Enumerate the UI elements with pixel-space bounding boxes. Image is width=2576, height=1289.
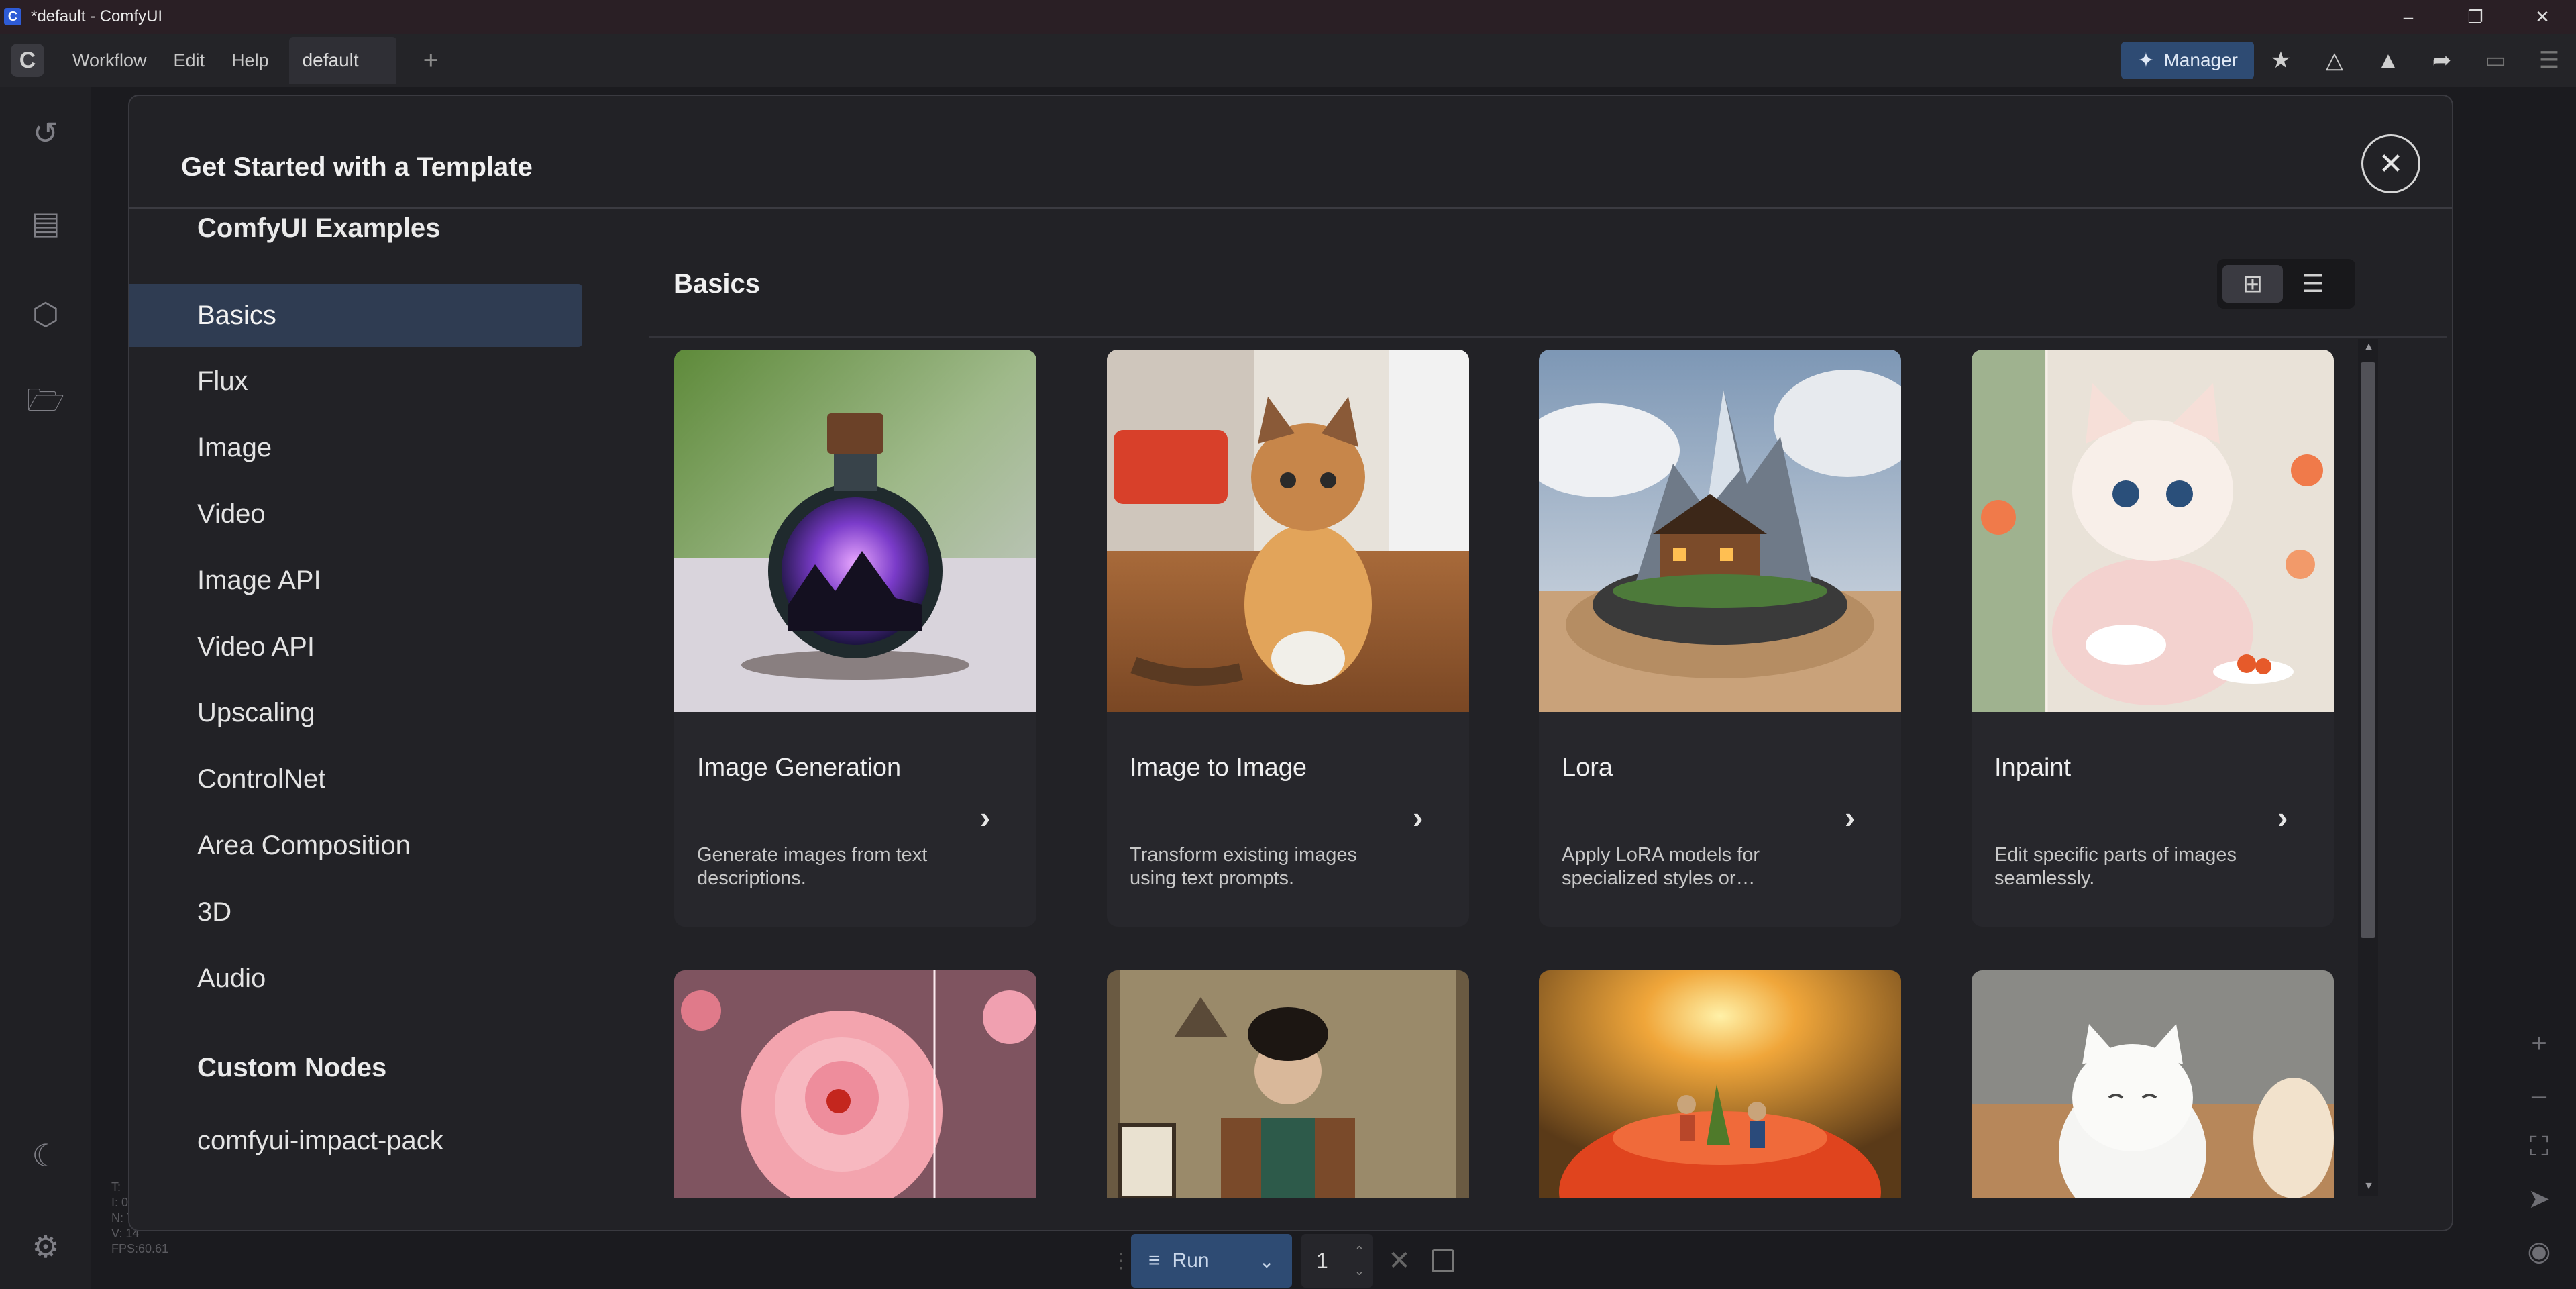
scroll-up-icon[interactable]: ▲ <box>2361 341 2376 353</box>
menu-help[interactable]: Help <box>231 50 269 71</box>
run-label: Run <box>1172 1249 1210 1272</box>
template-thumbnail-rose[interactable] <box>674 970 1036 1198</box>
template-thumbnail <box>1972 350 2334 712</box>
restore-button[interactable]: ❐ <box>2442 0 2509 34</box>
nav-item-image[interactable]: Image <box>129 416 582 479</box>
manager-label: Manager <box>2163 50 2238 70</box>
template-thumbnail-portrait[interactable] <box>1107 970 1469 1198</box>
menu-edit[interactable]: Edit <box>174 50 205 71</box>
template-card-image-generation[interactable]: Image Generation › Generate images from … <box>674 350 1036 927</box>
hamburger-menu-icon[interactable]: ☰ <box>2522 34 2576 87</box>
batch-count-input[interactable]: 1 ⌃ ⌄ <box>1301 1234 1373 1288</box>
window-title: *default - ComfyUI <box>31 7 163 25</box>
model-library-icon[interactable]: ⬡ <box>25 294 66 334</box>
list-view-icon[interactable]: ☰ <box>2283 265 2343 303</box>
template-dialog: Get Started with a Template ✕ ComfyUI Ex… <box>128 95 2453 1231</box>
model-icon[interactable]: △ <box>2308 34 2361 87</box>
card-title: Lora <box>1562 754 1613 782</box>
puzzle-icon: ✦ <box>2137 49 2155 72</box>
share-icon[interactable]: ➦ <box>2415 34 2469 87</box>
queue-icon[interactable]: ▤ <box>25 203 66 243</box>
card-title: Image Generation <box>697 754 902 782</box>
template-thumbnail <box>674 350 1036 712</box>
card-title: Inpaint <box>1994 754 2072 782</box>
view-toggle: ⊞ ☰ <box>2217 259 2355 309</box>
drag-handle-icon[interactable]: ⋮ <box>1111 1249 1131 1273</box>
template-thumbnail <box>1539 350 1901 712</box>
template-card-lora[interactable]: Lora › Apply LoRA models for specialized… <box>1539 350 1901 927</box>
chevron-right-icon[interactable]: › <box>2277 799 2288 835</box>
dialog-title: Get Started with a Template <box>181 152 533 182</box>
run-toolbar: ⋮ ≡ Run ⌄ 1 ⌃ ⌄ ✕ <box>1111 1233 1460 1288</box>
comfyui-logo[interactable]: C <box>11 44 44 77</box>
template-thumbnail-tomato[interactable] <box>1539 970 1901 1198</box>
chevron-right-icon[interactable]: › <box>1413 799 1423 835</box>
nav-item-video[interactable]: Video <box>129 482 582 546</box>
card-description: Edit specific parts of images seamlessly… <box>1994 844 2237 889</box>
nav-item-audio[interactable]: Audio <box>129 947 582 1010</box>
nav-item-3d[interactable]: 3D <box>129 880 582 943</box>
card-description: Generate images from text descriptions. <box>697 844 928 889</box>
scrollbar-thumb[interactable] <box>2361 362 2375 938</box>
moon-icon[interactable]: ☾ <box>25 1135 66 1176</box>
toggle-panel-icon[interactable]: ▭ <box>2469 34 2522 87</box>
nav-group-custom-nodes: Custom Nodes <box>197 1053 387 1082</box>
history-icon[interactable]: ↺ <box>25 113 66 153</box>
template-thumbnail-ceramic-cat[interactable] <box>1972 970 2334 1198</box>
minimize-button[interactable]: – <box>2375 0 2442 34</box>
settings-gear-icon[interactable]: ⚙ <box>25 1227 66 1267</box>
content-divider <box>649 336 2447 338</box>
run-queue-icon: ≡ <box>1148 1249 1161 1272</box>
nav-group-comfyui-examples: ComfyUI Examples <box>197 213 441 243</box>
menu-bar: C Workflow Edit Help default + ✦ Manager… <box>0 34 2576 87</box>
nav-item-video-api[interactable]: Video API <box>129 615 582 678</box>
chevron-down-icon[interactable]: ⌄ <box>1259 1250 1275 1272</box>
stats-line: FPS:60.61 <box>111 1242 169 1255</box>
card-description: Apply LoRA models for specialized styles… <box>1562 844 1760 889</box>
dialog-close-button[interactable]: ✕ <box>2361 134 2420 193</box>
grid-view-icon[interactable]: ⊞ <box>2222 265 2283 303</box>
zoom-out-icon[interactable]: – <box>2516 1072 2563 1119</box>
window-titlebar: C *default - ComfyUI – ❐ ✕ <box>0 0 2576 34</box>
close-window-button[interactable]: ✕ <box>2509 0 2576 34</box>
card-title: Image to Image <box>1130 754 1307 782</box>
manager-button[interactable]: ✦ Manager <box>2121 42 2254 79</box>
folder-icon[interactable]: 🗁 <box>25 382 66 424</box>
workflow-tab-default[interactable]: default <box>288 37 396 84</box>
fit-view-icon[interactable]: ⛶ <box>2516 1123 2563 1170</box>
pointer-icon[interactable]: ➤ <box>2516 1176 2563 1223</box>
section-title: Basics <box>674 269 760 299</box>
zoom-in-icon[interactable]: + <box>2516 1020 2563 1067</box>
top-right-toolbar: ✦ Manager ★ △ ▲ ➦ ▭ ☰ <box>2121 34 2576 87</box>
nav-item-flux[interactable]: Flux <box>129 350 582 413</box>
nav-item-image-api[interactable]: Image API <box>129 549 582 612</box>
nav-item-basics[interactable]: Basics <box>129 284 582 347</box>
model-alt-icon[interactable]: ▲ <box>2361 34 2415 87</box>
stop-icon[interactable] <box>1426 1234 1460 1288</box>
comfyui-app-icon: C <box>4 8 21 25</box>
scroll-down-icon[interactable]: ▼ <box>2361 1180 2376 1192</box>
template-thumbnail <box>1107 350 1469 712</box>
left-sidebar: ↺ ▤ ⬡ 🗁 ☾ ⚙ <box>0 87 91 1289</box>
nav-item-controlnet[interactable]: ControlNet <box>129 747 582 811</box>
cancel-run-icon[interactable]: ✕ <box>1373 1234 1426 1288</box>
template-card-inpaint[interactable]: Inpaint › Edit specific parts of images … <box>1972 350 2334 927</box>
stepper-icon[interactable]: ⌃ ⌄ <box>1354 1241 1364 1281</box>
batch-count-value: 1 <box>1316 1248 1328 1273</box>
new-tab-button[interactable]: + <box>423 46 439 76</box>
card-description: Transform existing images using text pro… <box>1130 844 1357 889</box>
window-controls: – ❐ ✕ <box>2375 0 2576 34</box>
run-button[interactable]: ≡ Run ⌄ <box>1131 1234 1292 1288</box>
nav-item-upscaling[interactable]: Upscaling <box>129 681 582 744</box>
chevron-right-icon[interactable]: › <box>980 799 990 835</box>
nav-item-area-composition[interactable]: Area Composition <box>129 814 582 877</box>
star-icon[interactable]: ★ <box>2254 34 2308 87</box>
nav-item-comfyui-impact-pack[interactable]: comfyui-impact-pack <box>129 1109 582 1172</box>
template-card-image-to-image[interactable]: Image to Image › Transform existing imag… <box>1107 350 1469 927</box>
dialog-divider <box>129 207 2452 209</box>
chevron-right-icon[interactable]: › <box>1845 799 1855 835</box>
menu-workflow[interactable]: Workflow <box>72 50 147 71</box>
visibility-eye-icon[interactable]: ◉ <box>2516 1228 2563 1275</box>
